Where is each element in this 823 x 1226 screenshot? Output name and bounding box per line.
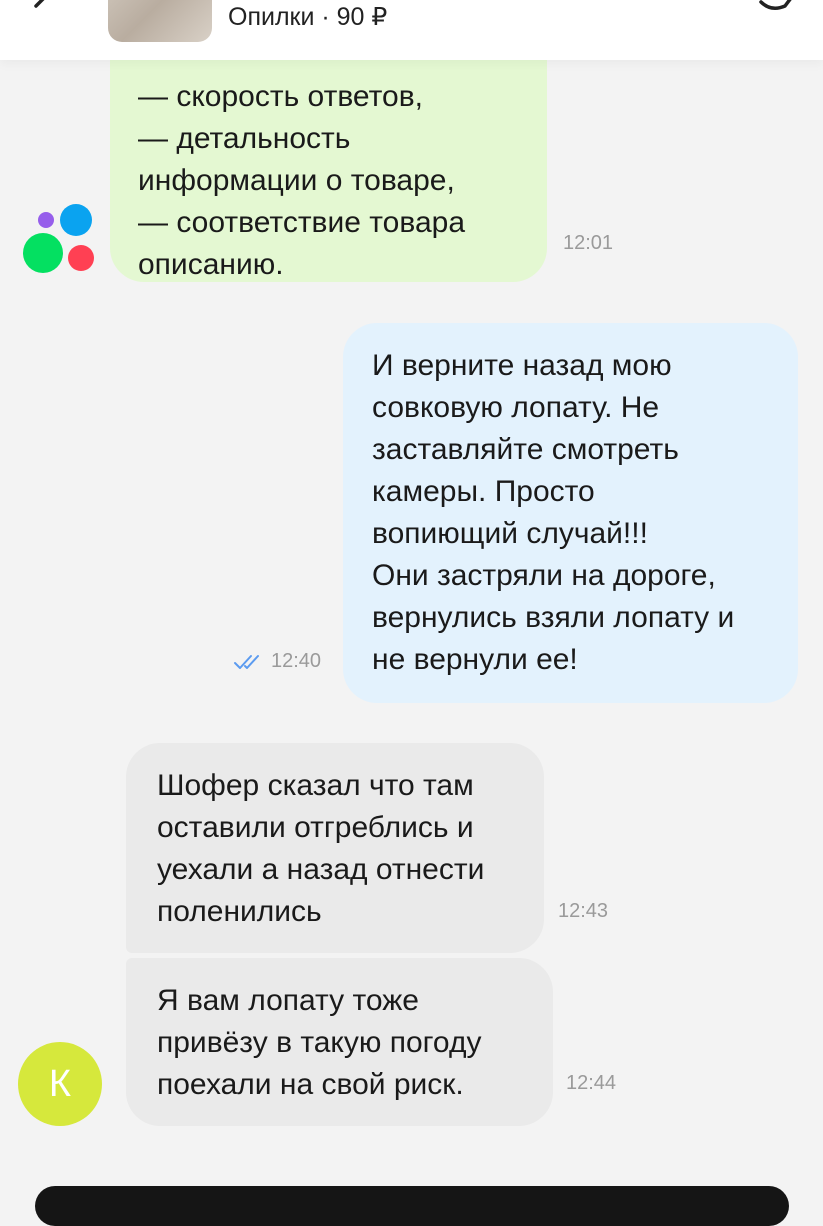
message-time: 12:01 — [563, 232, 614, 254]
message-text: Шофер сказал что там оставили отгреблись… — [157, 769, 485, 928]
message-time: 12:44 — [566, 1072, 617, 1094]
message-bubble-support[interactable]: — скорость ответов, — детальность информ… — [110, 40, 547, 282]
double-check-icon — [234, 654, 259, 669]
item-title[interactable]: Опилки · 90 ₽ — [228, 2, 387, 32]
message-input-bar[interactable] — [35, 1186, 789, 1226]
item-thumbnail[interactable] — [108, 0, 212, 42]
chevron-left-icon[interactable] — [18, 0, 58, 20]
message-text: И верните назад мою совковую лопату. Не … — [372, 349, 735, 676]
message-time: 12:43 — [558, 900, 609, 922]
more-icon[interactable] — [755, 0, 795, 20]
message-time: 12:40 — [271, 650, 322, 672]
message-status: 12:40 — [233, 650, 321, 673]
message-bubble-incoming[interactable]: Я вам лопату тоже привёзу в такую погоду… — [126, 958, 553, 1126]
message-text: — скорость ответов, — детальность информ… — [138, 80, 466, 281]
message-text: Я вам лопату тоже привёзу в такую погоду… — [157, 984, 482, 1101]
message-bubble-outgoing[interactable]: И верните назад мою совковую лопату. Не … — [343, 323, 798, 703]
message-bubble-incoming[interactable]: Шофер сказал что там оставили отгреблись… — [126, 743, 544, 953]
avatar[interactable]: К — [18, 1042, 102, 1126]
chat-messages[interactable]: — скорость ответов, — детальность информ… — [0, 40, 823, 1160]
avito-logo-icon — [23, 204, 94, 273]
chat-header: Опилки · 90 ₽ — [0, 0, 823, 60]
